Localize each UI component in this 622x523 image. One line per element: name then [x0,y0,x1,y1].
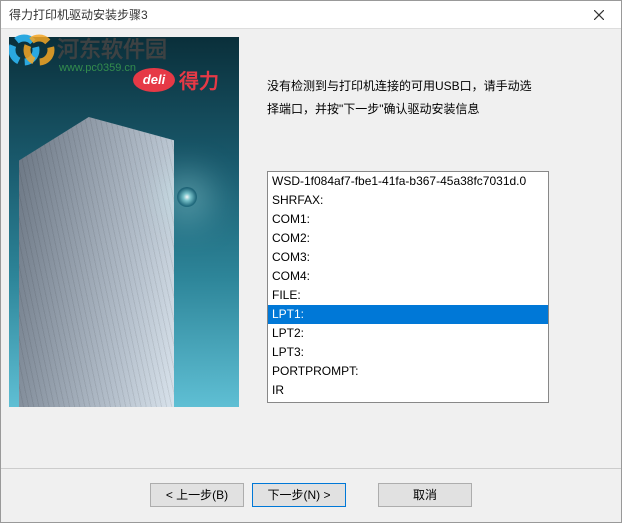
content-area: deli 得力 没有检测到与打印机连接的可用USB口，请手动选 择端口，并按"下… [1,29,621,469]
port-item[interactable]: LPT2: [268,324,548,343]
instruction-text: 没有检测到与打印机连接的可用USB口，请手动选 择端口，并按"下一步"确认驱动安… [267,75,601,121]
next-button[interactable]: 下一步(N) > [252,483,346,507]
port-item[interactable]: IR [268,381,548,400]
titlebar: 得力打印机驱动安装步骤3 [1,1,621,29]
port-item[interactable]: LPT1: [268,305,548,324]
back-button[interactable]: < 上一步(B) [150,483,244,507]
lens-flare [177,187,197,207]
cancel-button[interactable]: 取消 [378,483,472,507]
port-item[interactable]: COM2: [268,229,548,248]
deli-logo: deli 得力 [133,65,219,94]
port-item[interactable]: PORTPROMPT: [268,362,548,381]
port-item[interactable]: WSD-1f084af7-fbe1-41fa-b367-45a38fc7031d… [268,172,548,191]
brand-panel: deli 得力 [9,37,239,407]
port-item[interactable]: FILE: [268,286,548,305]
instruction-line1: 没有检测到与打印机连接的可用USB口，请手动选 [267,75,601,98]
main-panel: 没有检测到与打印机连接的可用USB口，请手动选 择端口，并按"下一步"确认驱动安… [239,37,601,469]
deli-logo-cn: 得力 [179,65,219,94]
building-graphic [9,130,239,408]
port-item[interactable]: LPT3: [268,343,548,362]
port-item[interactable]: COM3: [268,248,548,267]
port-item[interactable]: COM1: [268,210,548,229]
close-button[interactable] [577,1,621,29]
port-item[interactable]: SHRFAX: [268,191,548,210]
port-item[interactable]: COM4: [268,267,548,286]
port-listbox[interactable]: WSD-1f084af7-fbe1-41fa-b367-45a38fc7031d… [267,171,549,403]
instruction-line2: 择端口，并按"下一步"确认驱动安装信息 [267,98,601,121]
button-row: < 上一步(B) 下一步(N) > 取消 [1,468,621,508]
close-icon [594,10,604,20]
deli-logo-en: deli [133,68,175,92]
window-title: 得力打印机驱动安装步骤3 [9,6,148,23]
